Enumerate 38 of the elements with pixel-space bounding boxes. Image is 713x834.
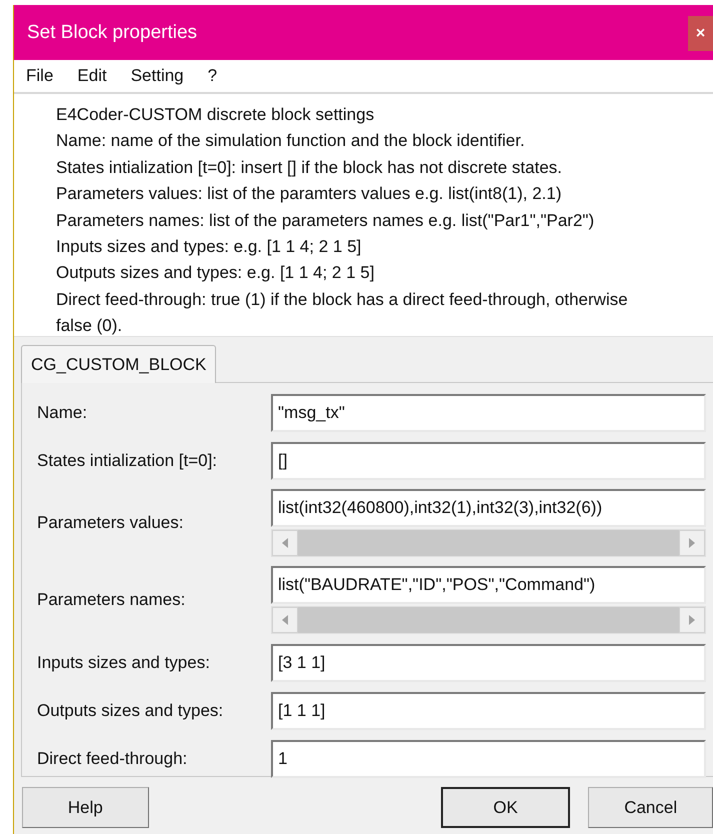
- input-field[interactable]: "msg_tx": [271, 394, 706, 432]
- right-arrow-icon[interactable]: [689, 538, 695, 548]
- input-field[interactable]: list("BAUDRATE","ID","POS","Command"): [271, 566, 706, 604]
- field-label: States intialization [t=0]:: [37, 451, 218, 471]
- menu-item[interactable]: Setting: [130, 66, 196, 86]
- input-field[interactable]: list(int32(460800),int32(1),int32(3),int32(6)): [271, 489, 706, 527]
- description-heading: E4Coder-CUSTOM discrete block settings: [56, 104, 376, 126]
- description-line: Parameters names: list of the parameters names e.g. list("Par1","Par2"): [56, 210, 596, 232]
- field-label: Parameters values:: [37, 513, 184, 533]
- dialog-button[interactable]: Cancel: [588, 787, 713, 828]
- field-label: Parameters names:: [37, 590, 186, 610]
- horizontal-scrollbar[interactable]: [271, 529, 706, 557]
- close-button[interactable]: ×: [688, 16, 713, 51]
- dialog-button[interactable]: OK: [440, 787, 570, 828]
- description-line: Name: name of the simulation function and the block identifier.: [56, 130, 526, 152]
- horizontal-scrollbar[interactable]: [271, 606, 706, 634]
- description-line: Outputs sizes and types: e.g. [1 1 4; 2 1 5]: [56, 262, 376, 284]
- dialog-button[interactable]: Help: [22, 787, 149, 828]
- description-line: Parameters values: list of the paramters values e.g. list(int8(1), 2.1): [56, 183, 562, 206]
- menu-item[interactable]: File: [26, 66, 66, 86]
- field-label: Inputs sizes and types:: [37, 653, 211, 673]
- left-arrow-icon[interactable]: [282, 538, 288, 548]
- input-field[interactable]: []: [271, 442, 706, 480]
- input-field[interactable]: 1: [271, 740, 706, 778]
- menu-item[interactable]: ?: [208, 66, 230, 86]
- field-label: Outputs sizes and types:: [37, 701, 224, 721]
- right-arrow-icon[interactable]: [689, 615, 695, 625]
- tab[interactable]: CG_CUSTOM_BLOCK: [21, 345, 216, 383]
- description-line: States intialization [t=0]: insert [] if the block has not discrete states.: [56, 156, 564, 179]
- field-label: Name:: [37, 403, 88, 423]
- description-line: Inputs sizes and types: e.g. [1 1 4; 2 1 5]: [56, 236, 362, 258]
- description-line: Direct feed-through: true (1) if the block has a direct feed-through, otherwise false (0).: [56, 288, 629, 338]
- left-arrow-icon[interactable]: [282, 615, 288, 625]
- menu-item[interactable]: Edit: [77, 66, 119, 86]
- input-field[interactable]: [3 1 1]: [271, 644, 706, 682]
- field-label: Direct feed-through:: [37, 749, 188, 769]
- input-field[interactable]: [1 1 1]: [271, 692, 706, 730]
- window-title: Set Block properties: [27, 22, 198, 44]
